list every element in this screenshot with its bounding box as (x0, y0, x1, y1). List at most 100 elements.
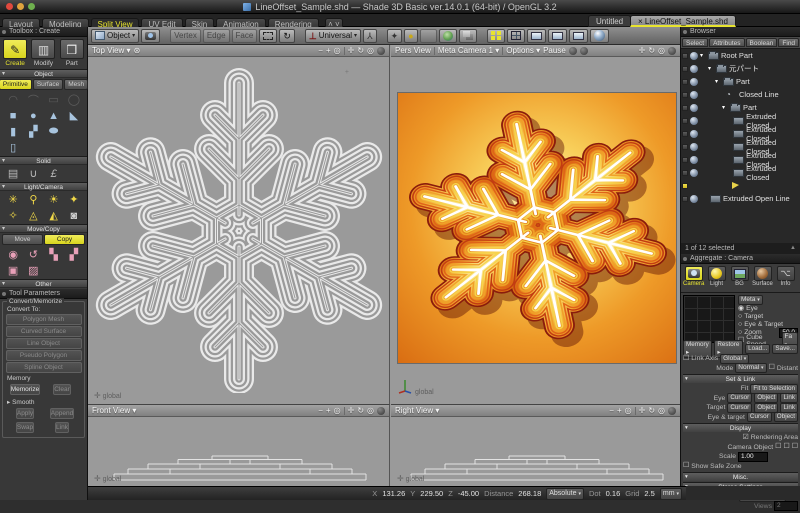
light-tool-button[interactable]: ● (404, 29, 417, 43)
camera-object-checkbox-1[interactable]: ☐ (775, 443, 781, 451)
apply-button[interactable]: Apply (16, 408, 34, 419)
figure-tool-button[interactable]: ✦ (387, 29, 403, 43)
top-view-label[interactable]: Top View ▾ (92, 46, 131, 55)
disc-primitive-icon[interactable]: ⬬ (44, 124, 64, 139)
orbit-icon[interactable]: ↻ (648, 45, 655, 57)
vertex-mode-button[interactable]: Vertex (170, 29, 201, 43)
array-copy-icon[interactable]: ▣ (3, 263, 23, 278)
translate-copy-icon[interactable]: ◉ (3, 247, 23, 262)
light-camera-section-header[interactable]: Light/Camera (0, 182, 87, 191)
wireframe-display-button[interactable] (507, 29, 525, 43)
eye-link-button[interactable]: Link (780, 393, 798, 403)
front-view-label[interactable]: Front View ▾ (92, 406, 136, 415)
render-flag-toggle[interactable] (690, 78, 698, 86)
linear-light-icon[interactable]: ✧ (3, 208, 23, 223)
camera-create-icon[interactable]: ◙ (64, 208, 84, 223)
manipulator-tool-button[interactable]: ⅄ (363, 29, 377, 43)
camera-tool-button[interactable] (141, 29, 160, 43)
append-button[interactable]: Append (50, 408, 74, 419)
copy-tab[interactable]: Copy (44, 234, 85, 245)
move-tab[interactable]: Move (2, 234, 43, 245)
tree-row[interactable]: ◔Closed Line (681, 88, 800, 101)
render-flag-toggle[interactable] (690, 169, 698, 177)
magnify-icon[interactable]: ◎ (334, 45, 341, 57)
solid-section-header[interactable]: Solid (0, 156, 87, 165)
tab-camera[interactable]: Camera (683, 266, 704, 287)
mode-dropdown[interactable]: Normal ▾ (735, 363, 766, 373)
magnify-icon[interactable]: ◎ (625, 405, 632, 417)
world-tool-button[interactable] (439, 29, 457, 43)
target-radio[interactable]: ○Target (738, 313, 798, 321)
expand-arrow-icon[interactable]: ▾ (700, 52, 706, 59)
doc-tab-active[interactable]: × LineOffset_Sample.shd (630, 15, 736, 27)
tree-row[interactable]: Extruded Open Line (681, 192, 800, 205)
convert-line-object-button[interactable]: Line Object (6, 338, 82, 349)
zoom-tool-icon[interactable]: ◎ (658, 405, 665, 417)
distant-light-icon[interactable]: ☀ (44, 192, 64, 207)
render-flag-toggle[interactable] (690, 143, 698, 151)
cylinder-primitive-icon[interactable]: ▮ (3, 124, 23, 139)
orbit-icon[interactable]: ↻ (357, 405, 364, 417)
camera-select-dropdown[interactable]: Meta Camera 1 ▾ (438, 46, 499, 55)
polyline-tool-icon[interactable]: ⌒ (23, 92, 43, 107)
camera-thumbnail[interactable] (683, 295, 735, 343)
convert-pseudo-polygon-button[interactable]: Pseudo Polygon (6, 350, 82, 361)
tube-primitive-icon[interactable]: ▯ (3, 140, 23, 155)
pan-icon[interactable]: ✛ (639, 405, 646, 417)
zoom-in-icon[interactable]: + (617, 405, 622, 417)
pers-viewport[interactable]: Pers View Meta Camera 1 ▾ Options ▾ Paus… (391, 45, 680, 404)
magnify-icon[interactable]: ◎ (334, 405, 341, 417)
eyetarget-object-button[interactable]: Object (774, 412, 798, 422)
expand-arrow-icon[interactable]: ▾ (708, 65, 714, 72)
pause-button[interactable]: Pause (543, 46, 566, 55)
target-cursor-button[interactable]: Cursor (727, 403, 752, 413)
render-flag-toggle[interactable] (690, 195, 698, 203)
shaded-display-button-1[interactable] (527, 29, 546, 43)
point-light-icon[interactable]: ✳ (3, 192, 23, 207)
zoom-in-icon[interactable]: + (326, 405, 331, 417)
wedge-primitive-icon[interactable]: ◣ (64, 108, 84, 123)
four-view-layout-button[interactable] (487, 29, 505, 43)
save-button[interactable]: Save... (772, 344, 798, 354)
union-solid-icon[interactable]: ▤ (3, 166, 23, 181)
duplicate-tool-button[interactable] (459, 29, 477, 43)
move-copy-section-header[interactable]: Move/Copy (0, 224, 87, 233)
cone-primitive-icon[interactable]: ▲ (44, 108, 64, 123)
row-toggle[interactable] (682, 183, 688, 189)
sphere-primitive-icon[interactable]: ● (23, 108, 43, 123)
toolbox-mode-create[interactable]: ✎Create (2, 39, 29, 67)
eye-radio[interactable]: ◉Eye (738, 305, 798, 313)
pan-icon[interactable]: ✛ (348, 405, 355, 417)
comment-icon[interactable] (580, 47, 588, 55)
orbit-icon[interactable]: ↻ (648, 405, 655, 417)
row-toggle[interactable] (682, 105, 688, 111)
scale-field[interactable]: 1.00 (738, 452, 768, 462)
zoom-tool-icon[interactable]: ◎ (658, 45, 665, 57)
aggregate-header[interactable]: Aggregate : Camera (681, 254, 800, 264)
toolbox-mode-part[interactable]: ❒Part (58, 39, 85, 67)
right-view-canvas[interactable]: ✛ global (391, 417, 680, 486)
orbit-icon[interactable]: ↻ (357, 45, 364, 57)
render-flag-toggle[interactable] (690, 52, 698, 60)
render-flag-toggle[interactable] (690, 65, 698, 73)
show-safe-zone-checkbox[interactable]: ☐ (683, 462, 689, 470)
convert-curved-surface-button[interactable]: Curved Surface (6, 326, 82, 337)
zoom-out-icon[interactable]: − (318, 405, 323, 417)
tab-mesh[interactable]: Mesh (64, 79, 88, 90)
eye-object-button[interactable]: Object (754, 393, 778, 403)
pan-icon[interactable]: ✛ (639, 45, 646, 57)
camera-object-checkbox-2[interactable]: ☐ (783, 443, 789, 451)
tab-select[interactable]: Select (682, 38, 708, 47)
top-viewport[interactable]: Top View ▾ ⊛ − + ◎ ✛ ↻ ◎ (88, 45, 390, 404)
expand-arrow-icon[interactable]: ▾ (722, 104, 728, 111)
display-section[interactable]: Display (683, 423, 798, 432)
object-section-header[interactable]: Object (0, 69, 87, 78)
render-flag-toggle[interactable] (690, 156, 698, 164)
toolbox-mode-modify[interactable]: ▥Modify (30, 39, 57, 67)
link-axis-checkbox[interactable]: ☐ (683, 355, 689, 363)
right-viewport[interactable]: Right View ▾ − + ◎ ✛ ↻ ◎ ✛ global (391, 404, 680, 486)
render-flag-toggle[interactable] (690, 117, 698, 125)
coordinate-mode-dropdown[interactable]: Absolute ▾ (546, 488, 584, 500)
view-mode-icon[interactable] (668, 47, 676, 55)
tree-row[interactable]: ▾Root Part (681, 49, 800, 62)
